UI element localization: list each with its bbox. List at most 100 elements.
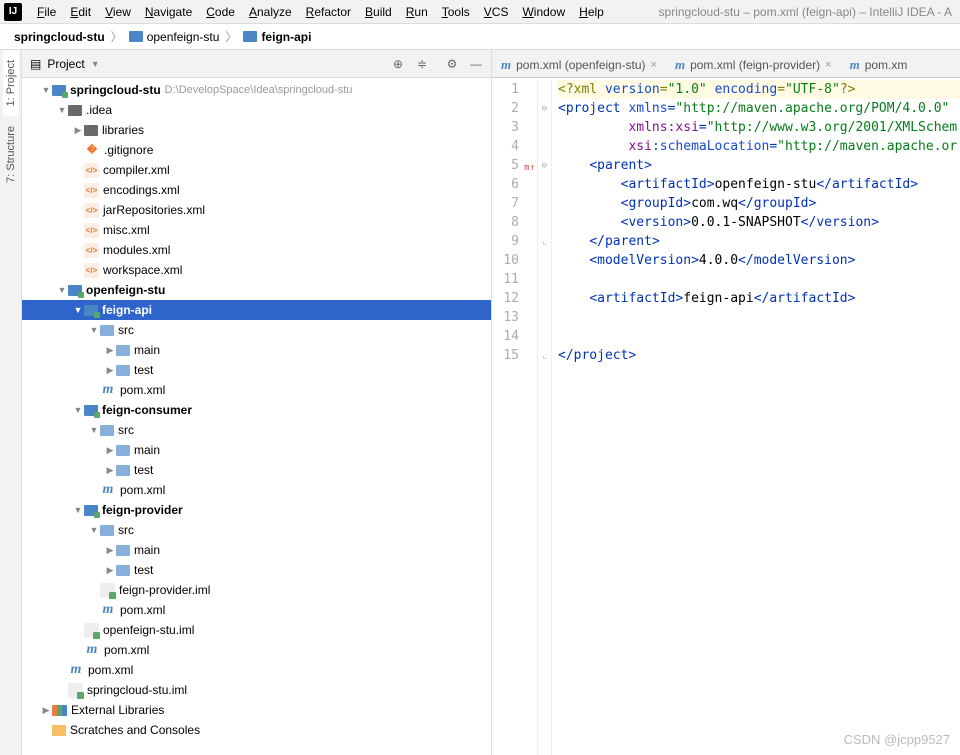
expand-all-icon[interactable]: ≑ (415, 57, 429, 71)
chevron-right-icon[interactable]: ▶ (72, 125, 84, 136)
chevron-right-icon[interactable]: ▶ (104, 365, 116, 376)
tree-row[interactable]: ▼springcloud-stuD:\DevelopSpace\Idea\spr… (22, 80, 491, 100)
menu-build[interactable]: Build (358, 5, 399, 19)
project-panel-header: ▤ Project ▼ ⊕ ≑ ⚙ — (22, 50, 491, 78)
tree-row[interactable]: mpom.xml (22, 480, 491, 500)
chevron-down-icon[interactable]: ▼ (56, 105, 68, 115)
tree-row[interactable]: ▼feign-provider (22, 500, 491, 520)
gear-icon[interactable]: ⚙ (445, 57, 459, 71)
m-icon: m (100, 482, 116, 498)
editor-tab[interactable]: mpom.xml (openfeign-stu)× (492, 51, 666, 77)
menu-run[interactable]: Run (399, 5, 435, 19)
tree-label: main (134, 343, 160, 357)
tree-row[interactable]: ▶libraries (22, 120, 491, 140)
dropdown-icon[interactable]: ▼ (91, 59, 100, 69)
tree-row[interactable]: ▼feign-api (22, 300, 491, 320)
tree-row[interactable]: mpom.xml (22, 380, 491, 400)
tab-structure[interactable]: 7: Structure (3, 116, 19, 193)
tree-row[interactable]: ▶External Libraries (22, 700, 491, 720)
menu-view[interactable]: View (98, 5, 138, 19)
breadcrumb-item[interactable]: springcloud-stu (10, 30, 109, 44)
breadcrumb-item[interactable]: feign-api (239, 30, 315, 44)
chevron-right-icon[interactable]: ▶ (104, 545, 116, 556)
tree-row[interactable]: mpom.xml (22, 640, 491, 660)
tree-label: feign-provider.iml (119, 583, 210, 597)
tree-row[interactable]: mpom.xml (22, 660, 491, 680)
chevron-down-icon[interactable]: ▼ (88, 425, 100, 435)
tab-project[interactable]: 1: Project (3, 50, 19, 116)
tree-row[interactable]: </>compiler.xml (22, 160, 491, 180)
tree-row[interactable]: �.gitignore (22, 140, 491, 160)
menu-file[interactable]: File (30, 5, 63, 19)
menu-navigate[interactable]: Navigate (138, 5, 199, 19)
tree-row[interactable]: mpom.xml (22, 600, 491, 620)
chevron-down-icon[interactable]: ▼ (40, 85, 52, 95)
folder-icon (100, 525, 114, 536)
panel-title[interactable]: Project (47, 57, 84, 71)
project-tree[interactable]: ▼springcloud-stuD:\DevelopSpace\Idea\spr… (22, 78, 491, 755)
menu-code[interactable]: Code (199, 5, 242, 19)
chevron-right-icon[interactable]: ▶ (104, 445, 116, 456)
select-opened-file-icon[interactable]: ⊕ (391, 57, 405, 71)
tree-row[interactable]: ▶ test (22, 460, 491, 480)
tree-label: pom.xml (120, 603, 165, 617)
chevron-down-icon[interactable]: ▼ (72, 305, 84, 315)
tree-label: jarRepositories.xml (103, 203, 205, 217)
breadcrumb-item[interactable]: openfeign-stu (125, 30, 224, 44)
editor-tab[interactable]: mpom.xm (841, 51, 917, 77)
chevron-down-icon[interactable]: ▼ (56, 285, 68, 295)
menu-window[interactable]: Window (515, 5, 572, 19)
menu-help[interactable]: Help (572, 5, 611, 19)
tree-row[interactable]: ▼ openfeign-stu (22, 280, 491, 300)
tree-row[interactable]: ▼feign-consumer (22, 400, 491, 420)
tree-row[interactable]: </>misc.xml (22, 220, 491, 240)
chevron-right-icon[interactable]: ▶ (104, 565, 116, 576)
editor-body[interactable]: 12345m↑6789101112131415 ⊖⊖⌞⌞ <?xml versi… (492, 78, 960, 755)
fold-column[interactable]: ⊖⊖⌞⌞ (538, 78, 552, 755)
xml-icon: </> (84, 223, 99, 238)
tree-row[interactable]: Scratches and Consoles (22, 720, 491, 740)
tree-row[interactable]: </>workspace.xml (22, 260, 491, 280)
close-icon[interactable]: × (651, 59, 657, 71)
tree-row[interactable]: springcloud-stu.iml (22, 680, 491, 700)
chevron-right-icon[interactable]: ▶ (104, 345, 116, 356)
tree-row[interactable]: ▼src (22, 520, 491, 540)
menu-edit[interactable]: Edit (63, 5, 98, 19)
tree-row[interactable]: </>modules.xml (22, 240, 491, 260)
tree-row[interactable]: </>encodings.xml (22, 180, 491, 200)
tree-label: compiler.xml (103, 163, 170, 177)
code-content[interactable]: <?xml version="1.0" encoding="UTF-8"?> <… (552, 78, 960, 755)
chevron-right-icon[interactable]: ▶ (104, 465, 116, 476)
hide-icon[interactable]: — (469, 57, 483, 71)
tree-row[interactable]: ▶main (22, 440, 491, 460)
tree-row[interactable]: ▶ main (22, 540, 491, 560)
tree-label: main (134, 543, 160, 557)
folder-icon (116, 565, 130, 576)
tree-label: .idea (86, 103, 112, 117)
tree-row[interactable]: feign-provider.iml (22, 580, 491, 600)
menu-tools[interactable]: Tools (435, 5, 477, 19)
tree-label: test (134, 463, 153, 477)
chevron-down-icon[interactable]: ▼ (88, 325, 100, 335)
editor-tab[interactable]: mpom.xml (feign-provider)× (666, 51, 841, 77)
tree-label: openfeign-stu (86, 283, 165, 297)
tree-row[interactable]: ▼ .idea (22, 100, 491, 120)
tree-row[interactable]: ▼src (22, 320, 491, 340)
tree-row[interactable]: ▶test (22, 360, 491, 380)
close-icon[interactable]: × (825, 59, 831, 71)
tree-row[interactable]: </>jarRepositories.xml (22, 200, 491, 220)
tree-row[interactable]: openfeign-stu.iml (22, 620, 491, 640)
menu-analyze[interactable]: Analyze (242, 5, 299, 19)
chevron-right-icon[interactable]: ▶ (40, 705, 52, 716)
menu-vcs[interactable]: VCS (477, 5, 516, 19)
scratch-icon (52, 725, 66, 736)
tree-row[interactable]: ▼src (22, 420, 491, 440)
menu-refactor[interactable]: Refactor (299, 5, 358, 19)
tree-path: D:\DevelopSpace\Idea\springcloud-stu (165, 84, 353, 96)
chevron-down-icon[interactable]: ▼ (72, 505, 84, 515)
line-gutter[interactable]: 12345m↑6789101112131415 (492, 78, 538, 755)
chevron-down-icon[interactable]: ▼ (72, 405, 84, 415)
tree-row[interactable]: ▶test (22, 560, 491, 580)
chevron-down-icon[interactable]: ▼ (88, 525, 100, 535)
tree-row[interactable]: ▶ main (22, 340, 491, 360)
